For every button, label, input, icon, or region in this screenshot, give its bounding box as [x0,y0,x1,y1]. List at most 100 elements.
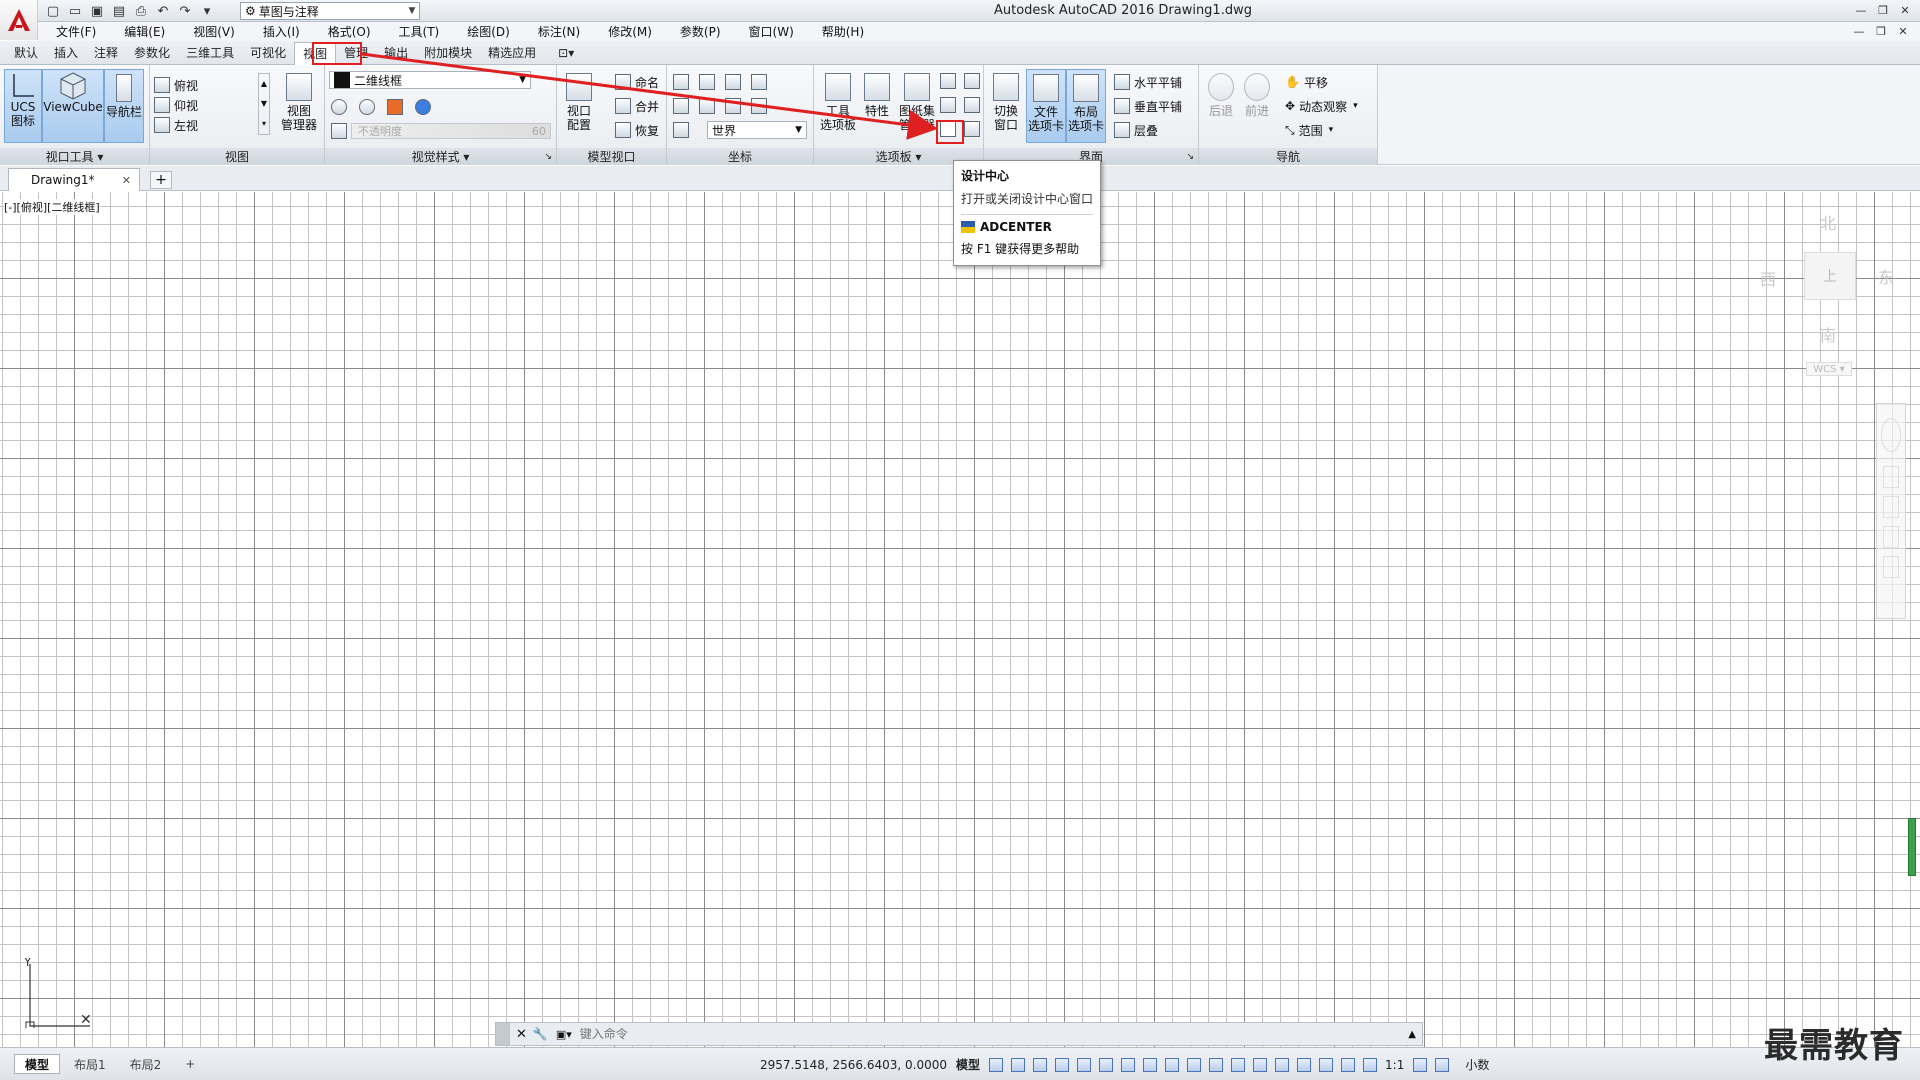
vertical-scroll-thumb[interactable] [1908,818,1916,876]
print-icon[interactable]: ⎙ [130,1,152,21]
infer-icon[interactable] [1033,1057,1048,1072]
menu-8[interactable]: 修改(M) [608,23,652,40]
3d-osnap-icon[interactable] [1253,1057,1268,1072]
polar-icon[interactable] [1099,1057,1114,1072]
dialog-launcher-icon[interactable]: ↘ [1186,152,1194,162]
save-icon[interactable]: ▣ [86,1,108,21]
ucs-icon-button[interactable]: UCS 图标 [4,69,42,143]
isodraft-icon[interactable] [1121,1057,1136,1072]
viewcube-button[interactable]: ViewCube [42,69,104,143]
named-viewports[interactable]: 命名 [615,72,659,92]
hand-icon[interactable] [964,121,980,137]
menu-5[interactable]: 工具(T) [399,23,440,40]
dbconnect-icon[interactable] [964,97,980,113]
cascade[interactable]: 层叠 [1114,120,1158,140]
viewcube-east[interactable]: 东 [1878,264,1894,288]
menu-10[interactable]: 窗口(W) [749,23,794,40]
menu-3[interactable]: 插入(I) [263,23,300,40]
menu-9[interactable]: 参数(P) [680,23,721,40]
sheetset-button[interactable]: 图纸集 管理器 [894,69,940,143]
snap-icon[interactable] [1011,1057,1026,1072]
steering-wheel-icon[interactable] [1881,418,1901,452]
wcs-menu[interactable]: WCS ▾ [1806,362,1852,376]
close-tab-icon[interactable]: ✕ [122,174,131,187]
chevron-up-icon[interactable]: ▲ [1408,1029,1416,1040]
tile-vertical[interactable]: 垂直平铺 [1114,96,1182,116]
dynamic-ucs-icon[interactable] [1275,1057,1290,1072]
transparency-status-icon[interactable] [1209,1057,1224,1072]
viewport-controls-label[interactable]: [-][俯视][二维线框] [4,199,100,215]
model-space-button[interactable]: 模型 [956,1056,980,1073]
quick-calc-icon[interactable] [964,73,980,89]
lineweight-icon[interactable] [1187,1057,1202,1072]
auto-scale-icon[interactable] [1363,1057,1378,1072]
ucs-object-icon[interactable] [673,98,689,114]
tile-horizontal[interactable]: 水平平铺 [1114,72,1182,92]
viewcube-face-top[interactable]: 上 [1804,252,1856,300]
drawing-canvas[interactable] [0,192,1920,1047]
views-scroll[interactable]: ▲ ▼ ▾ [258,73,270,135]
view-manager-button[interactable]: 视图 管理器 [277,69,321,143]
osnap-tracking-icon[interactable] [1143,1057,1158,1072]
save-as-icon[interactable]: ▤ [108,1,130,21]
add-layout-button[interactable]: + [175,1054,205,1074]
menu-6[interactable]: 绘图(D) [467,23,510,40]
panel-title-visual-styles[interactable]: 视觉样式 ▾ ↘ [325,148,556,165]
command-input[interactable] [579,1027,1380,1041]
back-button[interactable]: 后退 [1203,69,1239,143]
customize-wrench-icon[interactable]: 🔧 [533,1027,548,1041]
orbit-nav-icon[interactable] [1883,526,1899,548]
ribbon-minimize-icon[interactable]: ⊡▾ [550,42,582,64]
close-button[interactable]: ✕ [1894,2,1916,18]
navbar-button[interactable]: 导航栏 [104,69,144,143]
ribbon-tab-4[interactable]: 三维工具 [178,42,242,64]
view-bottom[interactable]: 仰视 [154,95,198,115]
doc-tab-drawing1[interactable]: Drawing1* ✕ [8,168,140,191]
menu-1[interactable]: 编辑(E) [124,23,165,40]
properties-button[interactable]: 特性 [860,69,894,143]
grid-icon[interactable] [989,1057,1004,1072]
annotation-visibility-icon[interactable] [1341,1057,1356,1072]
edge-style-icon[interactable] [331,99,347,115]
restore-viewports[interactable]: 恢复 [615,120,659,140]
application-menu-button[interactable] [0,0,38,40]
ribbon-tab-2[interactable]: 注释 [86,42,126,64]
gizmo-icon[interactable] [1319,1057,1334,1072]
panel-title-viewport-tools[interactable]: 视口工具 ▾ [0,148,149,165]
annotation-monitor-icon[interactable] [1435,1057,1450,1072]
menu-4[interactable]: 格式(O) [328,23,371,40]
face-style-icon[interactable] [359,99,375,115]
layout-tab-1[interactable]: 布局1 [64,1054,116,1074]
file-tabs-toggle[interactable]: 文件 选项卡 [1026,69,1066,143]
markup-icon[interactable] [940,97,956,113]
layout-tabs-toggle[interactable]: 布局 选项卡 [1066,69,1106,143]
switch-windows-button[interactable]: 切换 窗口 [986,69,1026,143]
ribbon-tab-0[interactable]: 默认 [6,42,46,64]
viewcube-west[interactable]: 西 [1760,266,1776,290]
zoom-icon[interactable] [1883,496,1899,518]
ribbon-tab-1[interactable]: 插入 [46,42,86,64]
units-display[interactable]: 小数 [1465,1056,1489,1073]
undo-icon[interactable]: ↶ [152,1,174,21]
ortho-icon[interactable] [1077,1057,1092,1072]
layer-properties-icon[interactable] [940,73,956,89]
pan-icon[interactable] [1883,466,1899,488]
menu-7[interactable]: 标注(N) [538,23,580,40]
doc-restore-button[interactable]: ❐ [1870,23,1892,39]
viewcube-south[interactable]: 南 [1820,322,1836,346]
extents-button[interactable]: ⤡ 范围 ▾ [1285,120,1333,140]
forward-button[interactable]: 前进 [1239,69,1275,143]
transparency-slider[interactable]: 不透明度 60 [331,121,551,141]
ribbon-tab-8[interactable]: 输出 [376,42,416,64]
osnap-icon[interactable] [1165,1057,1180,1072]
viewport-config-button[interactable]: 视口 配置 [559,69,599,143]
menu-2[interactable]: 视图(V) [193,23,235,40]
showmotion-icon[interactable] [1883,556,1899,578]
menu-0[interactable]: 文件(F) [56,23,96,40]
command-grip[interactable] [496,1023,510,1045]
material-icon[interactable] [387,99,403,115]
visual-style-dropdown[interactable]: 二维线框 ▼ [329,71,531,89]
ribbon-tab-9[interactable]: 附加模块 [416,42,480,64]
workspace-gear-icon[interactable] [1413,1057,1428,1072]
ribbon-tab-5[interactable]: 可视化 [242,42,294,64]
